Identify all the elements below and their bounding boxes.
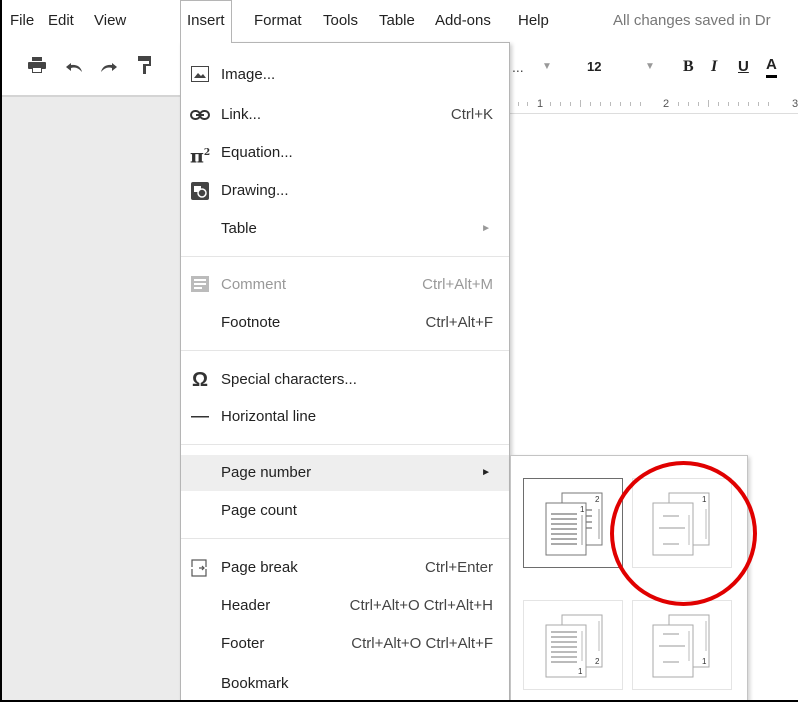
page-number-label: 1 [580, 505, 585, 514]
menu-item-link[interactable]: Link... Ctrl+K [181, 98, 509, 132]
page-number-label: 2 [595, 495, 600, 504]
menu-separator [181, 538, 509, 539]
font-size-select[interactable]: 12 [587, 56, 601, 78]
chevron-down-icon[interactable]: ▼ [542, 56, 552, 78]
underline-button[interactable]: U [738, 56, 749, 78]
page-number-label: 1 [702, 657, 707, 666]
text-color-button[interactable]: A [766, 56, 777, 78]
menu-item-page-break[interactable]: Page break Ctrl+Enter [181, 551, 509, 585]
menu-edit[interactable]: Edit [48, 0, 74, 42]
page-number-label: 1 [578, 667, 583, 676]
link-icon [190, 106, 210, 124]
menu-item-page-count[interactable]: Page count [181, 494, 509, 528]
horizontal-line-icon [190, 408, 210, 426]
page-break-icon [190, 559, 210, 577]
ruler-label: 3 [792, 98, 798, 110]
insert-menu: Image... Link... Ctrl+K π2 Equation... D… [180, 42, 510, 700]
menu-table[interactable]: Table [379, 0, 415, 42]
undo-icon[interactable] [64, 56, 86, 78]
menu-item-equation[interactable]: π2 Equation... [181, 136, 509, 170]
menu-item-comment[interactable]: Comment Ctrl+Alt+M [181, 268, 509, 302]
image-icon [190, 66, 210, 84]
comment-icon [190, 276, 210, 294]
ruler-label: 1 [537, 98, 544, 110]
equation-icon: π2 [190, 145, 211, 168]
menu-item-image[interactable]: Image... [181, 58, 509, 92]
menu-item-special-characters[interactable]: Ω Special characters... [181, 363, 509, 397]
save-status: All changes saved in Dr [613, 12, 771, 29]
submenu-arrow-icon: ► [481, 223, 491, 234]
menu-insert[interactable]: Insert [180, 0, 232, 43]
ruler-label: 2 [663, 98, 670, 110]
font-family-select[interactable]: ... [512, 56, 524, 78]
page-number-label: 2 [595, 657, 600, 666]
menu-separator [181, 350, 509, 351]
menu-item-bookmark[interactable]: Bookmark [181, 667, 509, 700]
menu-item-footnote[interactable]: Footnote Ctrl+Alt+F [181, 306, 509, 340]
page-number-label: 1 [702, 495, 707, 504]
menu-item-drawing[interactable]: Drawing... [181, 174, 509, 208]
paint-format-icon[interactable] [134, 56, 156, 78]
menu-item-page-number[interactable]: Page number ► [181, 455, 509, 491]
page-number-option-bottom-all[interactable]: 2 1 [523, 600, 623, 690]
menu-view[interactable]: View [94, 0, 126, 42]
menu-item-footer[interactable]: Footer Ctrl+Alt+O Ctrl+Alt+F [181, 627, 509, 661]
menu-separator [181, 444, 509, 445]
page-number-option-bottom-skip-first[interactable]: 1 [632, 600, 732, 690]
page-number-option-top-all[interactable]: 1 2 [523, 478, 623, 568]
document-workspace [2, 96, 180, 700]
redo-icon[interactable] [97, 56, 119, 78]
chevron-down-icon[interactable]: ▼ [645, 56, 655, 78]
bold-button[interactable]: B [683, 56, 694, 78]
submenu-arrow-icon: ► [481, 467, 491, 478]
menu-file[interactable]: File [10, 0, 34, 42]
drawing-icon [190, 182, 210, 200]
omega-icon: Ω [191, 369, 209, 391]
menu-add-ons[interactable]: Add-ons [435, 0, 491, 42]
page-number-submenu: 1 2 1 2 1 1 [510, 455, 748, 700]
menubar: File Edit View Insert Format Tools Table… [2, 0, 798, 43]
print-icon[interactable] [26, 56, 48, 78]
page-number-option-top-skip-first[interactable]: 1 [632, 478, 732, 568]
menu-format[interactable]: Format [254, 0, 302, 42]
menu-help[interactable]: Help [518, 0, 549, 42]
menu-item-table[interactable]: Table ► [181, 212, 509, 246]
menu-tools[interactable]: Tools [323, 0, 358, 42]
italic-button[interactable]: I [711, 56, 717, 78]
ruler: 1 2 3 [510, 96, 798, 114]
window-frame: File Edit View Insert Format Tools Table… [0, 0, 798, 702]
menu-item-horizontal-line[interactable]: Horizontal line [181, 400, 509, 434]
menu-item-header[interactable]: Header Ctrl+Alt+O Ctrl+Alt+H [181, 589, 509, 623]
menu-separator [181, 256, 509, 257]
